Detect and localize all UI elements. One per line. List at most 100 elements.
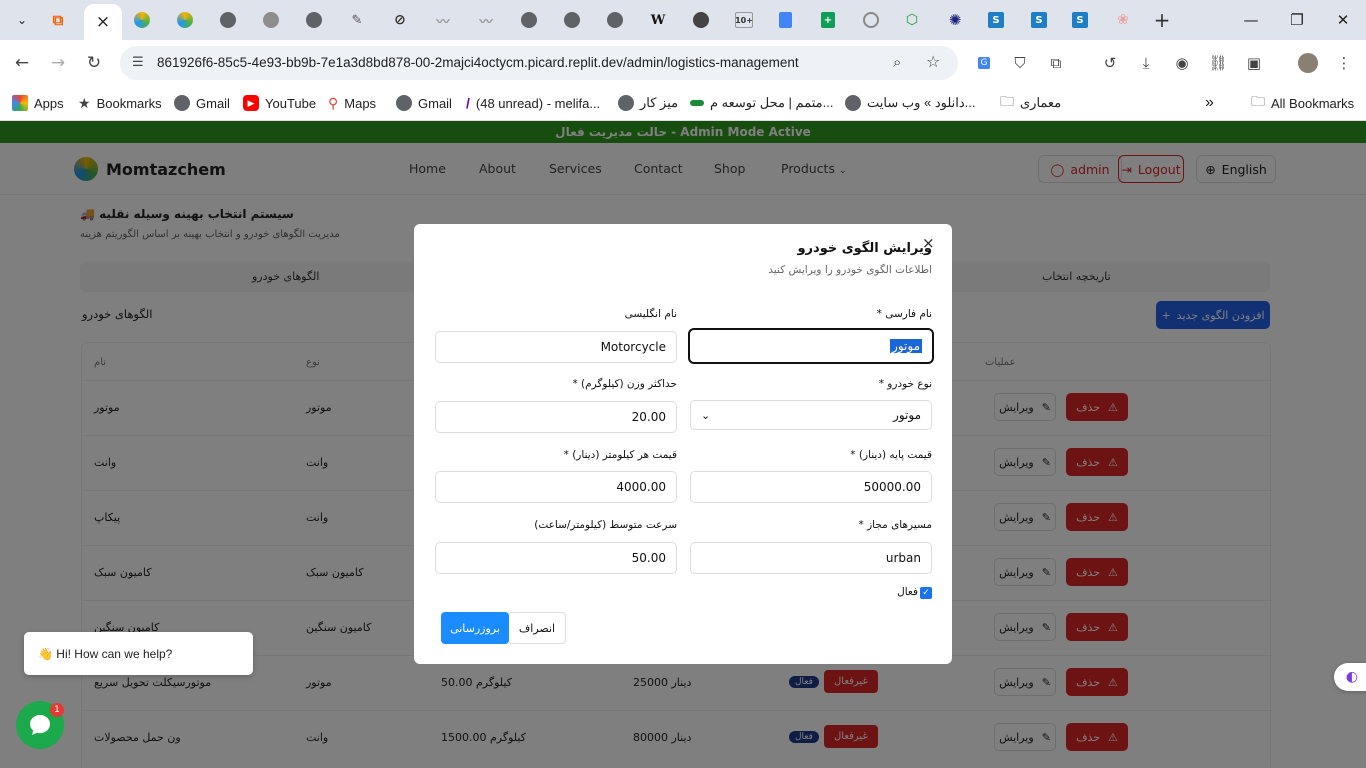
browser-tab[interactable]: ⊘	[382, 6, 418, 34]
url-text[interactable]: 861926f6-85c5-4e93-bb9b-7e1a3d8bd878-00-…	[157, 55, 799, 70]
s-icon: S	[988, 12, 1004, 28]
name-fa-input[interactable]: موتور	[688, 328, 934, 364]
browser-tab[interactable]	[554, 6, 590, 34]
name-en-input[interactable]: Motorcycle	[435, 331, 677, 363]
circle-icon	[863, 12, 879, 28]
active-checkbox[interactable]: ✓	[920, 587, 932, 599]
browser-tab[interactable]	[210, 6, 246, 34]
vehicle-type-label: نوع خودرو *	[878, 378, 932, 390]
grey-logo-icon: 〰	[436, 14, 450, 30]
s-icon: S	[1072, 12, 1088, 28]
browser-toolbar: ← → ↻ ☰ 861926f6-85c5-4e93-bb9b-7e1a3d8b…	[0, 40, 1366, 86]
browser-tab[interactable]: ✺	[937, 6, 973, 34]
forward-arrow-icon: →	[50, 53, 66, 73]
bookmark-yahoo-mail[interactable]: / (48 unread) - melifa...	[466, 92, 600, 114]
browser-tab[interactable]	[597, 6, 633, 34]
menu-icon[interactable]: ⋮	[1332, 51, 1356, 75]
bookmark-download[interactable]: دانلود » وب سایت...	[845, 92, 1017, 114]
max-weight-input[interactable]: 20.00	[435, 401, 677, 433]
bookmark-desk[interactable]: میز کار	[618, 92, 678, 114]
drafting-icon: ✎	[351, 12, 363, 28]
cancel-button[interactable]: انصراف	[508, 612, 566, 644]
bookmark-bookmarks[interactable]: ★ Bookmarks	[78, 92, 162, 114]
folder-icon: 🗀	[1251, 93, 1265, 109]
momtazchem-icon	[177, 12, 193, 28]
bookmark-apps[interactable]: Apps	[12, 92, 64, 114]
browser-tab[interactable]: S	[1062, 6, 1098, 34]
address-bar[interactable]: ☰ 861926f6-85c5-4e93-bb9b-7e1a3d8bd878-0…	[120, 46, 958, 80]
history-icon[interactable]: ↺	[1098, 51, 1122, 75]
browser-tab[interactable]	[511, 6, 547, 34]
browser-tab[interactable]: 〰	[425, 6, 461, 34]
allowed-routes-input[interactable]: urban	[690, 542, 932, 574]
browser-tab[interactable]	[167, 6, 203, 34]
close-tab-icon[interactable]: ×	[96, 12, 110, 32]
tab-search-button[interactable]: ⌄	[4, 6, 40, 34]
bookmark-maps[interactable]: ⚲ Maps	[328, 92, 376, 114]
screenshot-icon[interactable]: ◉	[1170, 51, 1194, 75]
bookmark-star-icon[interactable]: ☆	[926, 52, 940, 71]
replit-icon: ⧉	[52, 11, 64, 29]
bookmark-motamem[interactable]: متمم | محل توسعه م...	[690, 92, 833, 114]
avg-speed-input[interactable]: 50.00	[435, 542, 677, 574]
side-panel-icon[interactable]: ▣	[1242, 51, 1266, 75]
browser-tab[interactable]: 10+	[726, 6, 762, 34]
maximize-button[interactable]: ❐	[1274, 0, 1320, 40]
bookmark-gmail-2[interactable]: Gmail	[396, 92, 452, 114]
price-per-km-input[interactable]: 4000.00	[435, 471, 677, 503]
chat-unread-badge: 1	[50, 703, 64, 717]
browser-tab[interactable]: W	[640, 6, 676, 34]
download-icon[interactable]: ⤓	[1134, 51, 1158, 75]
extensions-icon[interactable]: ⧉	[1044, 51, 1068, 75]
globe-icon	[618, 95, 634, 111]
link-icon[interactable]: ⛓	[1206, 51, 1230, 75]
vehicle-type-select[interactable]: ⌄ موتور	[690, 400, 932, 430]
close-icon: ✕	[1336, 11, 1350, 29]
bookmark-youtube[interactable]: ▶ YouTube	[243, 92, 316, 114]
browser-tab-active[interactable]: ×	[84, 4, 122, 40]
zoom-icon[interactable]: ⌕	[893, 53, 901, 71]
more-bookmarks-button[interactable]: »	[1205, 92, 1214, 114]
shield-extension-icon[interactable]: ⛉	[1008, 51, 1032, 75]
name-en-label: نام انگلیسی	[624, 308, 677, 320]
bookmark-gmail[interactable]: Gmail	[174, 92, 230, 114]
chevron-down-icon: ⌄	[16, 13, 28, 27]
forward-button[interactable]: →	[42, 47, 74, 79]
close-window-button[interactable]: ✕	[1320, 0, 1366, 40]
browser-tab[interactable]	[124, 6, 160, 34]
site-info-icon[interactable]: ☰	[132, 55, 144, 70]
base-price-input[interactable]: 50000.00	[690, 471, 932, 503]
browser-tab[interactable]: ❀	[1105, 6, 1141, 34]
browser-tab[interactable]: S	[978, 6, 1014, 34]
bookmark-folder-architecture[interactable]: 🗀 معماری	[1000, 92, 1061, 114]
s-icon: S	[1031, 12, 1047, 28]
browser-tab[interactable]: ⬡	[894, 6, 930, 34]
globe-icon	[306, 12, 322, 28]
star-logo-icon: ✺	[948, 11, 962, 29]
browser-tab[interactable]: 〰	[468, 6, 504, 34]
chat-greeting-bubble[interactable]: 👋 Hi! How can we help?	[24, 632, 253, 675]
side-widget-icon[interactable]: ◐	[1334, 663, 1366, 691]
plus-icon: +	[1153, 8, 1171, 32]
browser-tab[interactable]: ✎	[339, 6, 375, 34]
profile-avatar[interactable]	[1296, 51, 1320, 75]
update-button[interactable]: بروزرسانی	[441, 612, 509, 644]
globe-icon	[845, 95, 861, 111]
browser-tab[interactable]	[296, 6, 332, 34]
browser-tab[interactable]: S	[1021, 6, 1057, 34]
browser-tab[interactable]	[767, 6, 803, 34]
new-tab-button[interactable]: +	[1144, 6, 1180, 34]
back-button[interactable]: ←	[6, 47, 38, 79]
minimize-button[interactable]: —	[1228, 0, 1274, 40]
translate-extension-icon[interactable]: G	[972, 51, 996, 75]
browser-tab[interactable]: ⧉	[40, 6, 76, 34]
grey-logo-icon: 〰	[479, 14, 493, 30]
browser-tab[interactable]	[253, 6, 289, 34]
wikipedia-icon: W	[650, 12, 666, 28]
browser-tab[interactable]	[683, 6, 719, 34]
reload-button[interactable]: ↻	[78, 47, 110, 79]
dialog-description: اطلاعات الگوی خودرو را ویرایش کنید	[768, 264, 932, 276]
browser-tab[interactable]: +	[810, 6, 846, 34]
browser-tab[interactable]	[853, 6, 889, 34]
all-bookmarks-button[interactable]: 🗀 All Bookmarks	[1251, 92, 1354, 114]
